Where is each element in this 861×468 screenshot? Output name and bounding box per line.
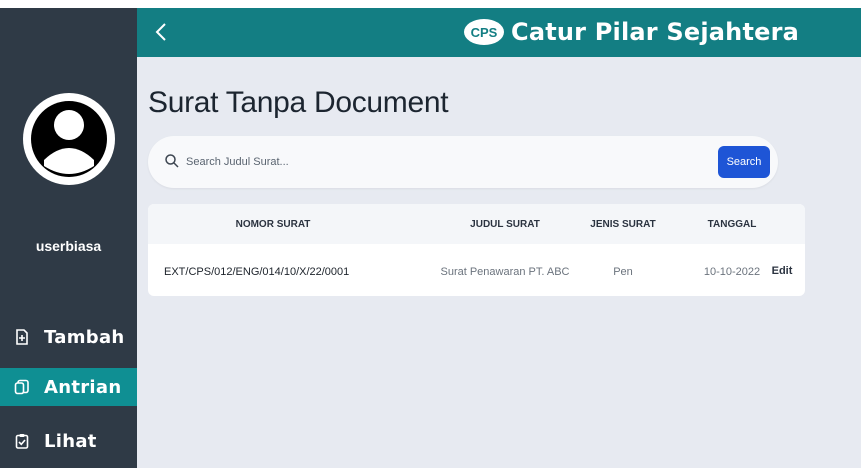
clipboard-check-icon (14, 433, 30, 449)
cell-judul-surat: Surat Penawaran PT. ABC (440, 266, 570, 278)
edit-button[interactable]: Edit (762, 265, 802, 277)
page-title: Surat Tanpa Document (148, 86, 449, 119)
brand: CPS Catur Pilar Sejahtera (463, 17, 799, 47)
table-header: NOMOR SURAT JUDUL SURAT JENIS SURAT TANG… (148, 204, 805, 244)
top-bar: CPS Catur Pilar Sejahtera (137, 8, 861, 57)
sidebar-item-label: Lihat (44, 430, 97, 452)
sidebar: userbiasa Tambah Antrian Lihat (0, 8, 137, 468)
cell-tanggal: 10-10-2022 (703, 266, 761, 278)
cps-logo: CPS (464, 19, 504, 45)
main-content: CPS Catur Pilar Sejahtera Surat Tanpa Do… (137, 8, 861, 468)
column-header-jenis-surat: JENIS SURAT (590, 219, 656, 230)
avatar (22, 70, 116, 208)
column-header-judul-surat: JUDUL SURAT (470, 219, 540, 230)
search-icon (165, 154, 179, 168)
file-plus-icon (14, 329, 30, 345)
sidebar-item-label: Tambah (44, 326, 125, 348)
cell-nomor-surat: EXT/CPS/012/ENG/014/10/X/22/0001 (164, 266, 350, 278)
search-button[interactable]: Search (718, 146, 770, 178)
back-button[interactable] (151, 18, 171, 46)
sidebar-item-tambah[interactable]: Tambah (0, 318, 137, 356)
chevron-left-icon (155, 23, 166, 41)
sidebar-item-lihat[interactable]: Lihat (0, 422, 137, 460)
letters-table: NOMOR SURAT JUDUL SURAT JENIS SURAT TANG… (148, 204, 805, 296)
column-header-nomor-surat: NOMOR SURAT (235, 219, 311, 230)
svg-text:CPS: CPS (471, 25, 498, 40)
user-avatar-icon (23, 93, 115, 185)
search-input[interactable] (186, 151, 606, 173)
copy-icon (14, 379, 30, 395)
brand-name: Catur Pilar Sejahtera (511, 18, 800, 46)
search-bar: Search (148, 136, 778, 188)
column-header-tanggal: TANGGAL (707, 219, 757, 230)
sidebar-item-label: Antrian (44, 376, 122, 398)
username-label: userbiasa (35, 238, 102, 254)
cell-jenis-surat: Pen (613, 266, 633, 278)
sidebar-item-antrian[interactable]: Antrian (0, 368, 137, 406)
